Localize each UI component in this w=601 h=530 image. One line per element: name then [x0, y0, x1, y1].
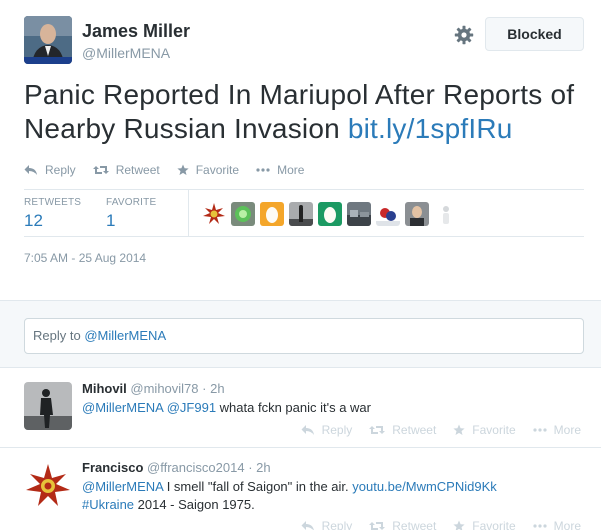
- reply-body-text: whata fckn panic it's a war: [216, 400, 371, 415]
- blocked-button[interactable]: Blocked: [485, 17, 584, 51]
- reply-mention[interactable]: @MillerMENA: [82, 479, 163, 494]
- retweeter-avatar[interactable]: [347, 202, 371, 226]
- avatar[interactable]: [24, 462, 72, 510]
- favorite-action[interactable]: Favorite: [453, 519, 516, 530]
- author-name[interactable]: James Miller: [82, 21, 190, 42]
- favorite-action[interactable]: Favorite: [453, 423, 516, 437]
- reply-author-handle[interactable]: @ffrancisco2014: [147, 460, 245, 475]
- retweet-action[interactable]: Retweet: [369, 519, 436, 530]
- tweet-text: Panic Reported In Mariupol After Reports…: [24, 78, 584, 146]
- tweet-link[interactable]: bit.ly/1spfIRu: [348, 113, 513, 144]
- gear-icon[interactable]: [454, 25, 474, 45]
- more-action[interactable]: More: [533, 423, 581, 437]
- author-handle[interactable]: @MillerMENA: [82, 45, 170, 61]
- more-label: More: [553, 423, 581, 437]
- avatar[interactable]: [24, 382, 72, 430]
- favorites-stat[interactable]: FAVORITE 1: [106, 197, 156, 231]
- retweet-action[interactable]: Retweet: [92, 163, 160, 177]
- reply-icon: [301, 425, 314, 435]
- retweets-count: 12: [24, 211, 43, 230]
- reply-author-name[interactable]: Mihovil: [82, 381, 127, 396]
- reply-hashtag[interactable]: #Ukraine: [82, 497, 134, 512]
- more-action[interactable]: More: [256, 163, 304, 177]
- retweet-label: Retweet: [392, 423, 437, 437]
- tweet-timestamp[interactable]: 7:05 AM - 25 Aug 2014: [24, 251, 146, 265]
- retweet-label: Retweet: [392, 519, 437, 530]
- retweet-icon: [369, 522, 386, 530]
- retweets-stat[interactable]: RETWEETS 12: [24, 197, 81, 231]
- reply-time[interactable]: · 2h: [202, 381, 224, 396]
- reply-action[interactable]: Reply: [301, 519, 353, 530]
- reply-time[interactable]: · 2h: [248, 460, 270, 475]
- reply-label: Reply: [321, 519, 353, 530]
- retweeter-avatar[interactable]: [202, 202, 226, 226]
- retweet-label: Retweet: [115, 163, 160, 177]
- retweeter-avatar[interactable]: [376, 202, 400, 226]
- retweet-icon: [369, 426, 386, 434]
- reply-mention[interactable]: @JF991: [167, 400, 216, 415]
- star-icon: [453, 424, 465, 435]
- retweeter-avatar[interactable]: [405, 202, 429, 226]
- reply-label: Reply: [45, 163, 76, 177]
- reply-header: Mihovil @mihovil78 · 2h: [82, 381, 225, 396]
- retweeter-avatar[interactable]: [260, 202, 284, 226]
- reply-action[interactable]: Reply: [24, 163, 76, 177]
- tweet-stats: RETWEETS 12 FAVORITE 1: [24, 189, 584, 237]
- reply-action[interactable]: Reply: [301, 423, 353, 437]
- retweeter-avatar[interactable]: [434, 202, 458, 226]
- favorite-label: Favorite: [472, 519, 516, 530]
- retweet-action[interactable]: Retweet: [369, 423, 436, 437]
- reply-tweet[interactable]: Francisco @ffrancisco2014 · 2h @MillerME…: [0, 448, 601, 530]
- star-icon: [177, 164, 189, 175]
- reply-actions: Reply Retweet Favorite More: [284, 423, 581, 437]
- reply-icon: [24, 165, 37, 175]
- reply-placeholder-mention: @MillerMENA: [84, 328, 167, 343]
- tweet-header: James Miller @MillerMENA Blocked: [24, 16, 584, 64]
- reply-icon: [301, 521, 314, 530]
- favorite-label: Favorite: [472, 423, 516, 437]
- reply-text: @MillerMENA I smell "fall of Saigon" in …: [82, 478, 582, 514]
- reply-label: Reply: [321, 423, 353, 437]
- favorite-action[interactable]: Favorite: [177, 163, 239, 177]
- reply-body-text: 2014 - Saigon 1975.: [134, 497, 255, 512]
- reply-header: Francisco @ffrancisco2014 · 2h: [82, 460, 271, 475]
- favorites-stat-label: FAVORITE: [106, 197, 157, 208]
- reply-text: @MillerMENA @JF991 whata fckn panic it's…: [82, 399, 582, 417]
- retweeter-avatars: [202, 202, 463, 226]
- reply-tweet[interactable]: Mihovil @mihovil78 · 2h @MillerMENA @JF9…: [0, 368, 601, 448]
- more-dots-icon: [533, 428, 547, 432]
- reply-author-handle[interactable]: @mihovil78: [130, 381, 198, 396]
- more-dots-icon: [533, 524, 547, 528]
- reply-input[interactable]: Reply to @MillerMENA: [24, 318, 584, 354]
- more-label: More: [553, 519, 581, 530]
- author-avatar[interactable]: [24, 16, 72, 64]
- reply-composer-area: Reply to @MillerMENA: [0, 300, 601, 368]
- star-icon: [453, 520, 465, 530]
- reply-author-name[interactable]: Francisco: [82, 460, 143, 475]
- reply-link[interactable]: youtu.be/MwmCPNid9Kk: [352, 479, 497, 494]
- reply-body-text: I smell "fall of Saigon" in the air.: [163, 479, 353, 494]
- reply-actions: Reply Retweet Favorite More: [284, 519, 581, 530]
- retweets-stat-label: RETWEETS: [24, 197, 82, 208]
- more-label: More: [277, 163, 305, 177]
- retweeter-avatar[interactable]: [231, 202, 255, 226]
- reply-mention[interactable]: @MillerMENA: [82, 400, 163, 415]
- favorites-count: 1: [106, 211, 116, 230]
- stats-divider: [188, 190, 189, 236]
- favorite-label: Favorite: [195, 163, 240, 177]
- retweet-icon: [92, 166, 109, 174]
- more-action[interactable]: More: [533, 519, 581, 530]
- reply-placeholder-prefix: Reply to: [33, 328, 85, 343]
- tweet-actions: Reply Retweet Favorite More: [24, 161, 321, 179]
- more-dots-icon: [256, 168, 270, 172]
- retweeter-avatar[interactable]: [318, 202, 342, 226]
- retweeter-avatar[interactable]: [289, 202, 313, 226]
